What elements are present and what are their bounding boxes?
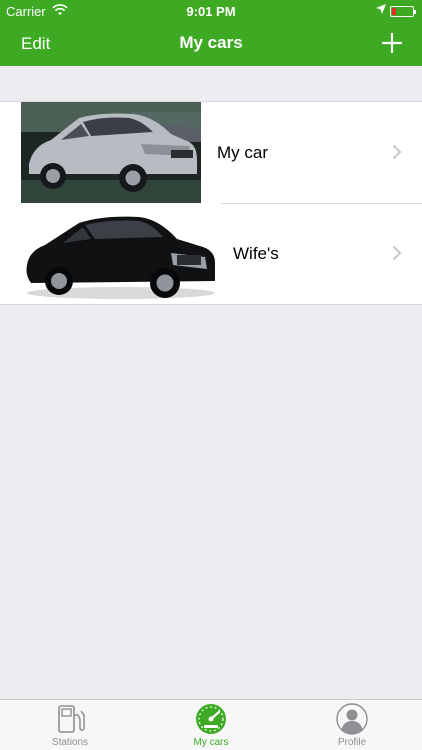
list-item-my-car[interactable]: My car <box>0 102 422 203</box>
tab-profile[interactable]: Profile <box>282 700 422 750</box>
battery-level <box>392 8 396 15</box>
tab-label: Stations <box>51 737 89 748</box>
tab-label: Profile <box>337 737 367 748</box>
plus-icon[interactable] <box>380 31 404 55</box>
navigation-bar: Edit My cars <box>0 22 422 66</box>
silver-suv-photo <box>21 102 201 203</box>
battery-icon <box>390 6 416 17</box>
tab-my-cars[interactable]: My cars <box>141 700 281 750</box>
chevron-right-icon <box>392 245 402 261</box>
list-item-wifes-car[interactable]: Wife's <box>0 203 422 304</box>
page-title: My cars <box>179 33 243 52</box>
status-time: 9:01 PM <box>186 4 236 19</box>
speedometer-icon <box>196 704 226 734</box>
fuel-pump-icon <box>58 705 85 733</box>
car-list: My car Wife's <box>0 101 422 305</box>
black-sedan-photo <box>21 203 221 304</box>
profile-silhouette-icon <box>336 703 368 735</box>
location-arrow-icon <box>376 4 386 14</box>
status-bar: Carrier 9:01 PM <box>0 0 422 22</box>
tab-stations[interactable]: Stations <box>0 700 140 750</box>
car-name: Wife's <box>233 244 279 263</box>
tab-bar: Stations My cars Profile <box>0 699 422 750</box>
chevron-right-icon <box>392 144 402 160</box>
tab-label: My cars <box>193 737 229 748</box>
car-name: My car <box>217 143 268 162</box>
